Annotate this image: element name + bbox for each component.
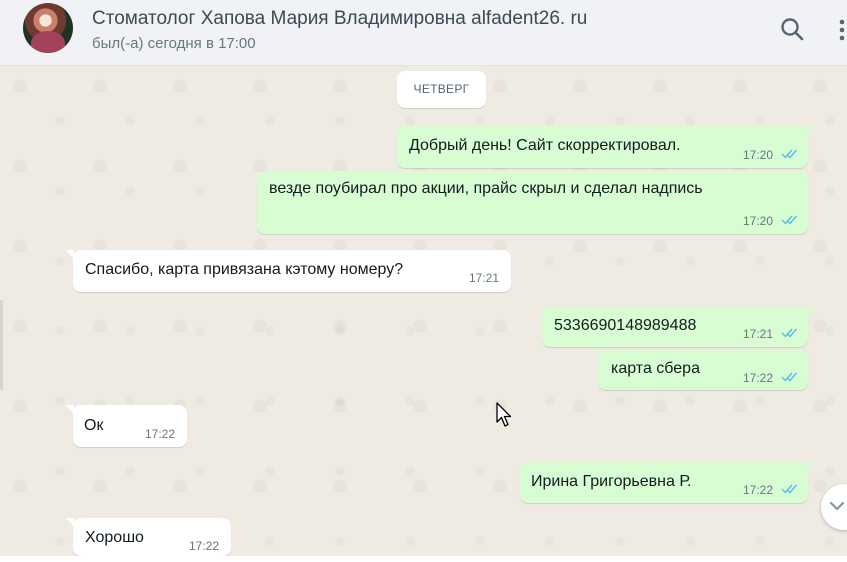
message-text: карта сбера	[611, 360, 700, 377]
message-outgoing[interactable]: везде поубирал про акции, прайс скрыл и …	[257, 171, 808, 234]
composer-edge	[0, 556, 847, 562]
message-text: Хорошо	[85, 529, 144, 546]
contact-name[interactable]: Стоматолог Хапова Мария Владимировна alf…	[92, 8, 587, 30]
message-time: 17:22	[743, 483, 774, 497]
message-time: 17:22	[743, 371, 774, 385]
message-time: 17:22	[189, 539, 220, 553]
message-time: 17:21	[469, 271, 500, 285]
contact-last-seen: был(-а) сегодня в 17:00	[92, 35, 256, 52]
message-text: 5336690148989488	[554, 317, 697, 334]
contact-avatar[interactable]	[23, 3, 73, 53]
read-ticks-icon	[781, 215, 798, 225]
chevron-down-icon	[829, 501, 845, 511]
day-separator: ЧЕТВЕРГ	[397, 71, 486, 108]
message-time: 17:20	[743, 214, 774, 228]
message-time: 17:20	[743, 148, 774, 162]
message-text: Ирина Григорьевна Р.	[531, 473, 692, 490]
message-text: Спасибо, карта привязана кэтому номеру?	[85, 261, 404, 278]
message-outgoing[interactable]: Добрый день! Сайт скорректировал. 17:20	[397, 126, 815, 168]
message-incoming[interactable]: Хорошо 17:22	[66, 518, 231, 556]
mouse-cursor-icon	[496, 402, 512, 427]
chat-header: Стоматолог Хапова Мария Владимировна alf…	[0, 0, 847, 66]
read-ticks-icon	[781, 328, 798, 338]
message-text: Ок	[84, 417, 104, 434]
message-outgoing[interactable]: Ирина Григорьевна Р. 17:22	[520, 462, 815, 503]
message-time: 17:22	[145, 427, 176, 441]
message-incoming[interactable]: Спасибо, карта привязана кэтому номеру? …	[66, 250, 511, 292]
pane-divider	[0, 300, 3, 390]
menu-dots-icon[interactable]	[828, 16, 847, 44]
message-time: 17:21	[743, 327, 774, 341]
read-ticks-icon	[781, 149, 798, 159]
message-outgoing[interactable]: карта сбера 17:22	[598, 350, 808, 390]
read-ticks-icon	[781, 372, 798, 382]
message-incoming[interactable]: Ок 17:22	[66, 405, 187, 447]
message-text: Добрый день! Сайт скорректировал.	[409, 137, 681, 154]
message-outgoing[interactable]: 5336690148989488 17:21	[542, 307, 815, 347]
read-ticks-icon	[781, 484, 798, 494]
message-text: везде поубирал про акции, прайс скрыл и …	[269, 180, 703, 197]
search-icon[interactable]	[778, 16, 806, 44]
